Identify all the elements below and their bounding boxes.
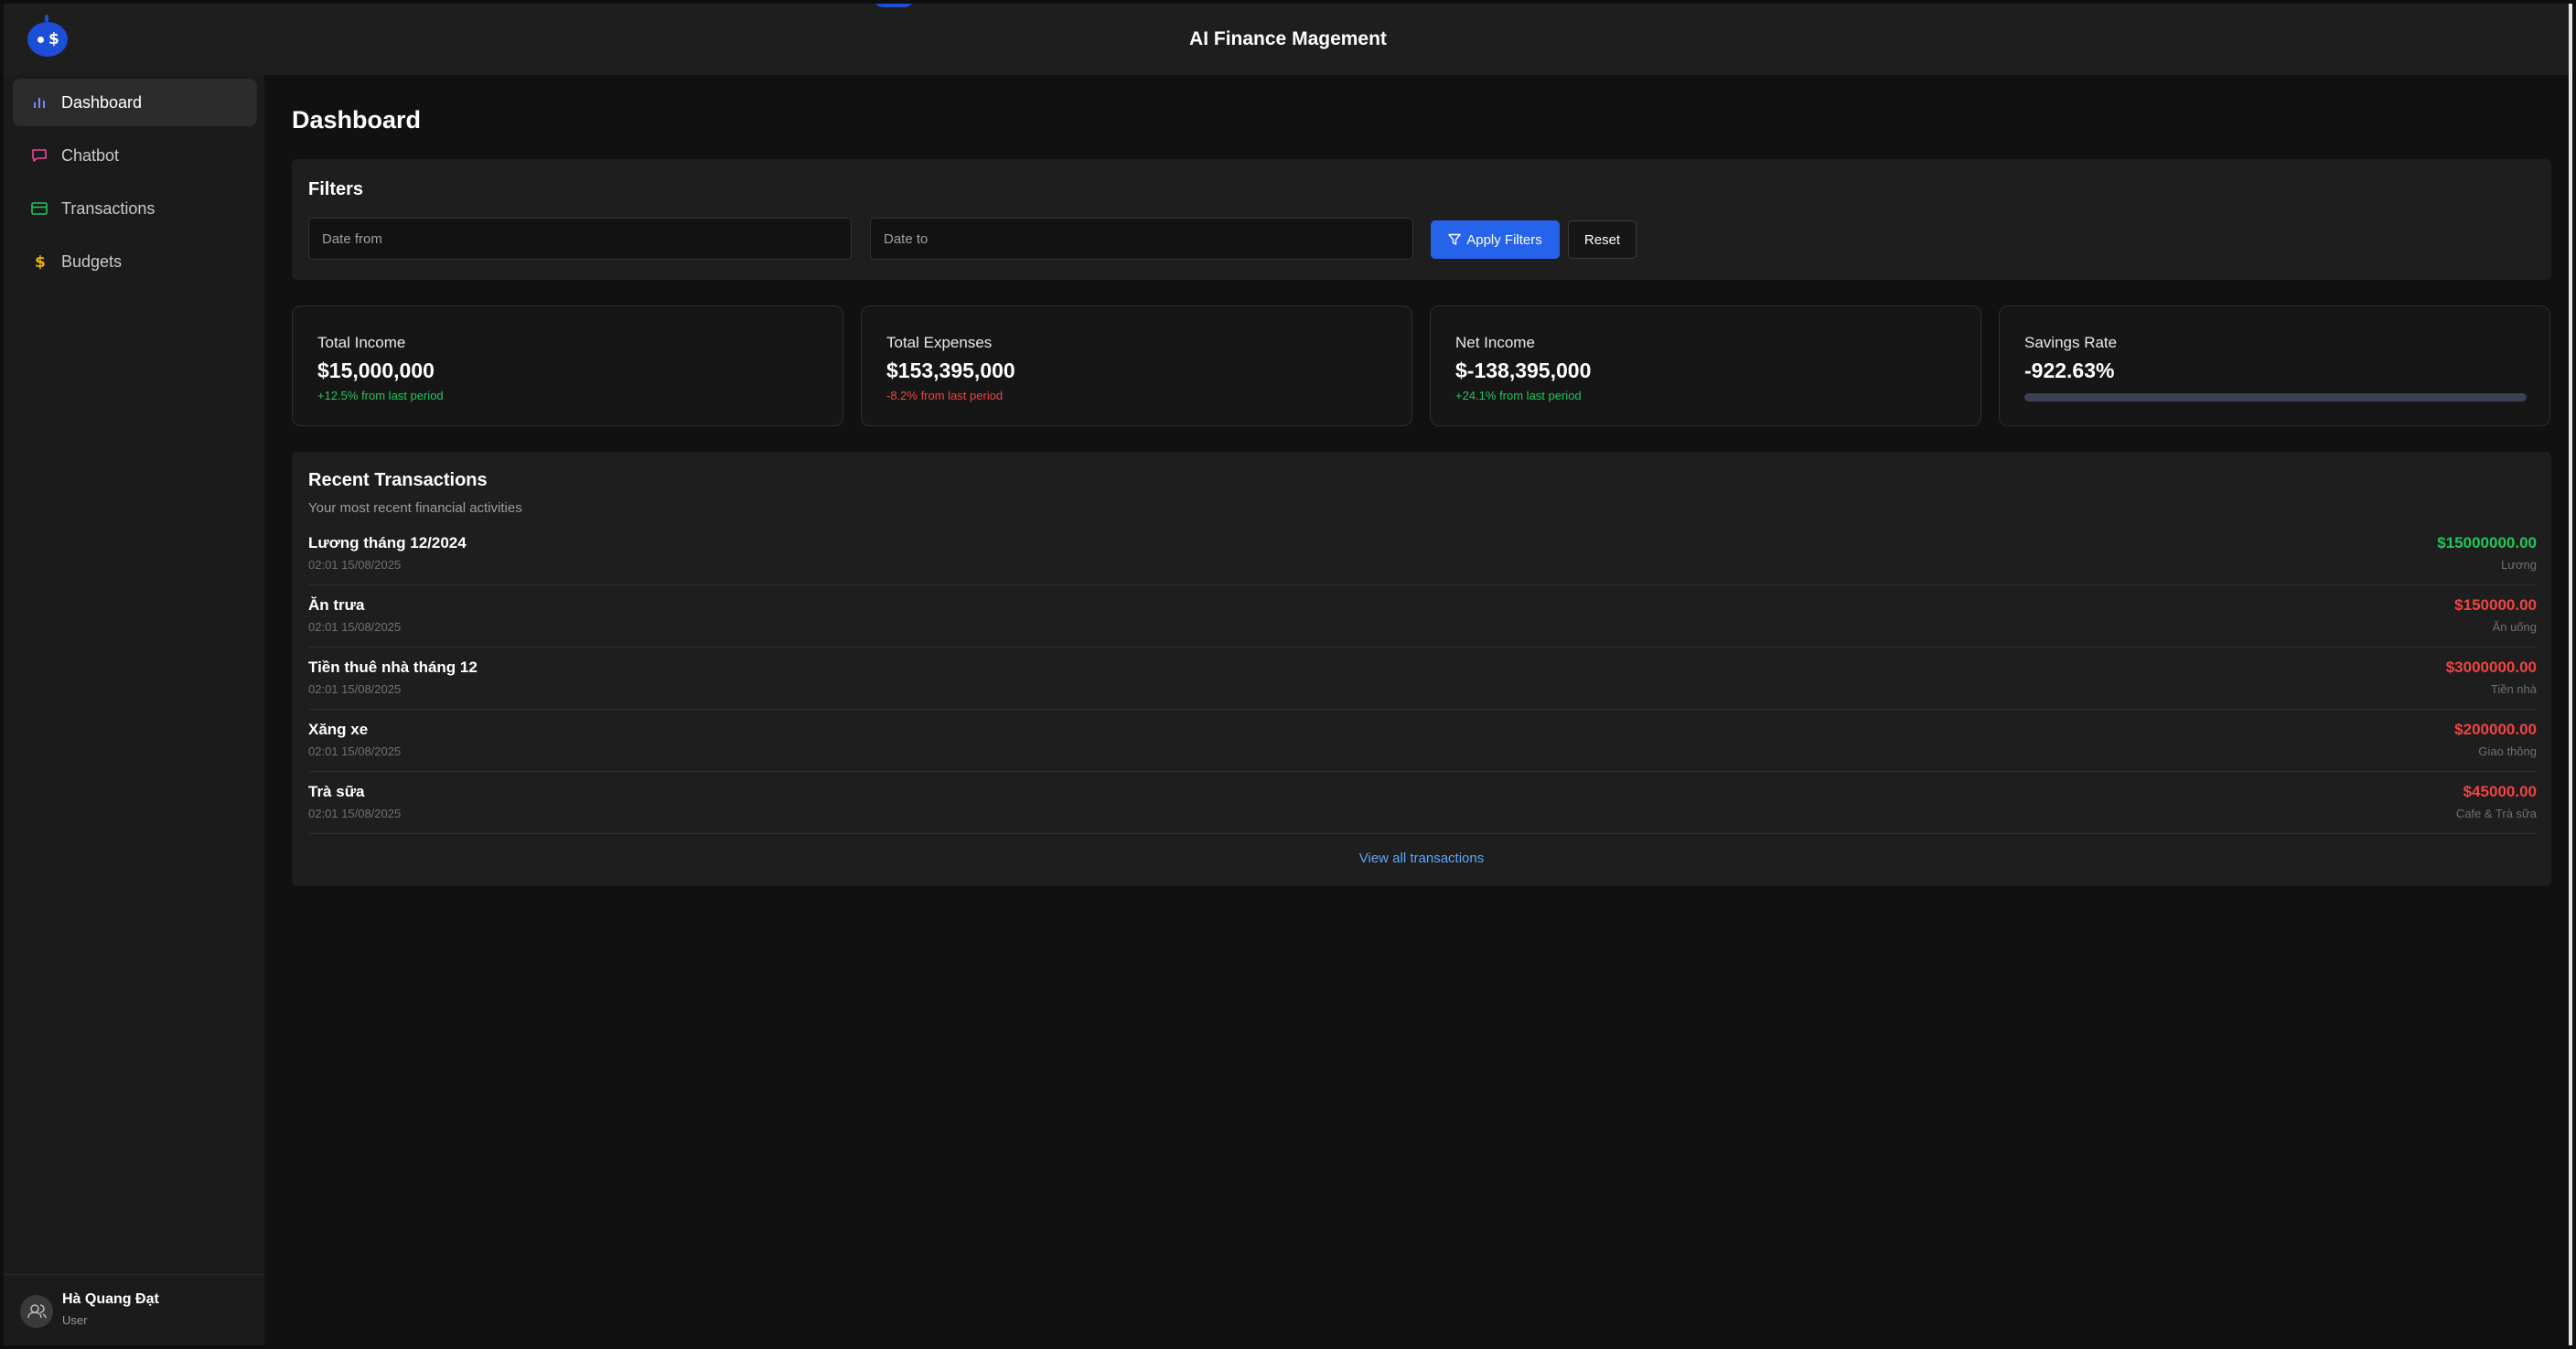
stat-change: +12.5% from last period <box>317 389 444 402</box>
page-title: Dashboard <box>292 106 422 134</box>
stat-change: +24.1% from last period <box>1455 389 1582 402</box>
transaction-row[interactable]: Xăng xe 02:01 15/08/2025 $200000.00 Giao… <box>308 710 2537 772</box>
stat-value: $153,395,000 <box>886 359 1015 382</box>
sidebar-item-label: Dashboard <box>61 92 143 112</box>
transaction-name: Tiền thuê nhà tháng 12 <box>308 658 478 676</box>
filters-panel: Filters Apply Filters Reset <box>292 159 2551 280</box>
transaction-amount: $45000.00 <box>2463 783 2537 800</box>
main-content: Dashboard Filters Apply Filters Reset To… <box>264 75 2572 1345</box>
transaction-amount: $150000.00 <box>2454 596 2537 614</box>
svg-text:$: $ <box>35 253 46 270</box>
transaction-date: 02:01 15/08/2025 <box>308 807 402 820</box>
user-profile[interactable]: Hà Quang Đạt User <box>4 1274 264 1345</box>
date-from-input[interactable] <box>308 218 852 260</box>
sidebar-item-transactions[interactable]: Transactions <box>13 185 257 232</box>
stat-value: -922.63% <box>2024 359 2115 382</box>
transaction-category: Cafe & Trà sữa <box>2455 807 2537 820</box>
app-window: $ AI Finance Magement Dashboard Chatbot … <box>4 4 2572 1345</box>
top-header: $ AI Finance Magement <box>4 4 2572 75</box>
stat-card-savings-rate: Savings Rate -922.63% <box>1999 305 2550 426</box>
bar-chart-icon <box>31 94 48 111</box>
transaction-name: Ăn trưa <box>308 596 365 614</box>
user-name: Hà Quang Đạt <box>62 1291 159 1307</box>
transaction-date: 02:01 15/08/2025 <box>308 682 402 696</box>
app-title: AI Finance Magement <box>1189 28 1387 49</box>
stat-label: Total Expenses <box>886 334 993 351</box>
transaction-category: Giao thông <box>2478 744 2537 758</box>
filters-title: Filters <box>308 179 364 199</box>
sidebar-item-label: Chatbot <box>61 145 120 165</box>
stat-card-total-income: Total Income $15,000,000 +12.5% from las… <box>292 305 843 426</box>
transaction-row[interactable]: Trà sữa 02:01 15/08/2025 $45000.00 Cafe … <box>308 772 2537 834</box>
user-role: User <box>62 1313 88 1327</box>
transaction-category: Ăn uống <box>2492 620 2537 634</box>
stat-value: $15,000,000 <box>317 359 435 382</box>
sidebar-item-budgets[interactable]: $ Budgets <box>13 238 257 285</box>
transaction-name: Trà sữa <box>308 783 365 800</box>
transaction-row[interactable]: Tiền thuê nhà tháng 12 02:01 15/08/2025 … <box>308 648 2537 710</box>
transaction-category: Tiền nhà <box>2490 682 2537 696</box>
stat-card-total-expenses: Total Expenses $153,395,000 -8.2% from l… <box>861 305 1412 426</box>
transaction-date: 02:01 15/08/2025 <box>308 744 402 758</box>
recent-subtitle: Your most recent financial activities <box>308 500 522 516</box>
apply-filters-label: Apply Filters <box>1466 231 1542 248</box>
apply-filters-button[interactable]: Apply Filters <box>1431 220 1560 259</box>
stat-value: $-138,395,000 <box>1455 359 1592 382</box>
transaction-amount: $15000000.00 <box>2437 534 2537 551</box>
filter-icon <box>1448 233 1461 245</box>
transaction-name: Lương tháng 12/2024 <box>308 534 467 551</box>
dollar-icon: $ <box>31 253 48 272</box>
avatar[interactable] <box>20 1295 53 1328</box>
sidebar-item-label: Transactions <box>61 198 156 218</box>
sidebar: Dashboard Chatbot Transactions $ Budgets… <box>4 75 264 1345</box>
transaction-row[interactable]: Lương tháng 12/2024 02:01 15/08/2025 $15… <box>308 523 2537 585</box>
stat-label: Total Income <box>317 334 406 351</box>
transaction-amount: $200000.00 <box>2454 721 2537 738</box>
sidebar-item-label: Budgets <box>61 252 123 271</box>
stat-label: Savings Rate <box>2024 334 2118 351</box>
recent-title: Recent Transactions <box>308 470 488 490</box>
savings-progress-bar <box>2024 393 2527 401</box>
view-all-transactions-link[interactable]: View all transactions <box>292 851 2551 866</box>
transaction-category: Lương <box>2501 558 2537 572</box>
transaction-date: 02:01 15/08/2025 <box>308 558 402 572</box>
date-to-input[interactable] <box>870 218 1413 260</box>
stat-label: Net Income <box>1455 334 1535 351</box>
transaction-name: Xăng xe <box>308 721 369 738</box>
reset-button[interactable]: Reset <box>1568 220 1637 259</box>
stat-change: -8.2% from last period <box>886 389 1004 402</box>
transaction-row[interactable]: Ăn trưa 02:01 15/08/2025 $150000.00 Ăn u… <box>308 585 2537 648</box>
users-icon <box>27 1304 47 1319</box>
transaction-amount: $3000000.00 <box>2445 658 2537 676</box>
sidebar-item-chatbot[interactable]: Chatbot <box>13 132 257 179</box>
recent-transactions-panel: Recent Transactions Your most recent fin… <box>292 452 2551 886</box>
sidebar-item-dashboard[interactable]: Dashboard <box>13 79 257 126</box>
window-border <box>2569 4 2572 1345</box>
decorative-dot <box>873 4 915 7</box>
transaction-date: 02:01 15/08/2025 <box>308 620 402 634</box>
credit-card-icon <box>31 200 48 217</box>
stat-card-net-income: Net Income $-138,395,000 +24.1% from las… <box>1430 305 1981 426</box>
message-square-icon <box>31 147 48 164</box>
